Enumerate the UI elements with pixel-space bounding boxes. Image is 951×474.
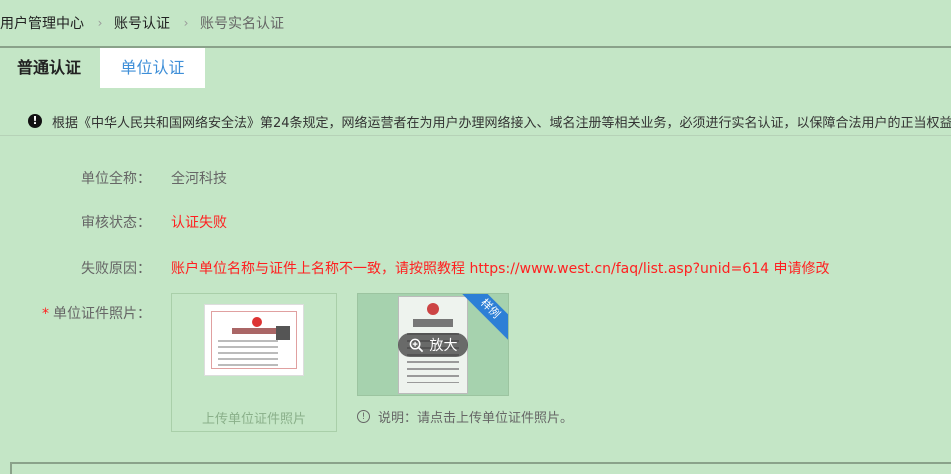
qr-code-mark: [276, 326, 290, 340]
breadcrumb-user-center[interactable]: 用户管理中心: [0, 13, 84, 33]
chevron-right-icon: ›: [183, 16, 189, 30]
review-status-row: 审核状态： 认证失败: [0, 212, 227, 232]
certificate-border: [211, 311, 297, 370]
info-circle-icon: !: [357, 410, 370, 423]
breadcrumb-real-name-auth: 账号实名认证: [200, 16, 284, 32]
seal-mark: [252, 317, 262, 327]
sample-certificate[interactable]: 样例 放大: [357, 293, 509, 396]
legal-notice: ! 根据《中华人民共和国网络安全法》第24条规定，网络运营者在为用户办理网络接入…: [28, 110, 951, 132]
certificate-photo-label-wrap: * 单位证件照片：: [0, 303, 151, 323]
fail-reason-row: 失败原因： 账户单位名称与证件上名称不一致，请按照教程 https://www.…: [0, 258, 829, 278]
review-status-value: 认证失败: [171, 215, 227, 231]
fail-reason-label: 失败原因：: [81, 261, 151, 277]
upload-caption[interactable]: 上传单位证件照片: [172, 408, 336, 427]
certificate-text-lines: [218, 340, 278, 370]
company-name-label: 单位全称：: [81, 171, 151, 187]
chevron-right-icon: ›: [97, 16, 103, 30]
company-name-row: 单位全称： 全河科技: [0, 168, 227, 188]
review-status-label: 审核状态：: [81, 215, 151, 231]
exclamation-circle-icon: !: [28, 114, 42, 128]
uploaded-certificate-thumbnail[interactable]: [204, 304, 304, 376]
tabs-divider: [0, 135, 951, 136]
certificate-photo-label: 单位证件照片：: [53, 306, 151, 322]
company-name-value: 全河科技: [171, 171, 227, 187]
bottom-panel-border: [10, 462, 951, 474]
upload-hint: ! 说明：请点击上传单位证件照片。: [357, 407, 573, 426]
fail-reason-value: 账户单位名称与证件上名称不一致，请按照教程 https://www.west.c…: [171, 261, 830, 277]
certificate-photo-row: * 单位证件照片：: [0, 303, 151, 323]
upload-hint-text: 说明：请点击上传单位证件照片。: [378, 411, 574, 426]
tab-unit-auth[interactable]: 单位认证: [100, 48, 205, 88]
breadcrumb-account-auth[interactable]: 账号认证: [114, 13, 170, 33]
notice-text: 根据《中华人民共和国网络安全法》第24条规定，网络运营者在为用户办理网络接入、域…: [52, 115, 951, 131]
zoom-label: 放大: [429, 338, 458, 354]
zoom-in-icon: [409, 338, 423, 352]
certificate-upload-area[interactable]: 上传单位证件照片: [171, 293, 337, 432]
zoom-button[interactable]: 放大: [398, 333, 468, 357]
auth-tabs: 普通认证 单位认证: [0, 48, 951, 136]
seal-mark: [427, 303, 439, 315]
certificate-title-mark: [232, 328, 282, 334]
required-mark: *: [42, 306, 49, 322]
license-title-mark: [413, 319, 453, 327]
tab-general-auth[interactable]: 普通认证: [0, 48, 98, 88]
breadcrumb: 用户管理中心 › 账号认证 › 账号实名认证: [0, 0, 951, 46]
